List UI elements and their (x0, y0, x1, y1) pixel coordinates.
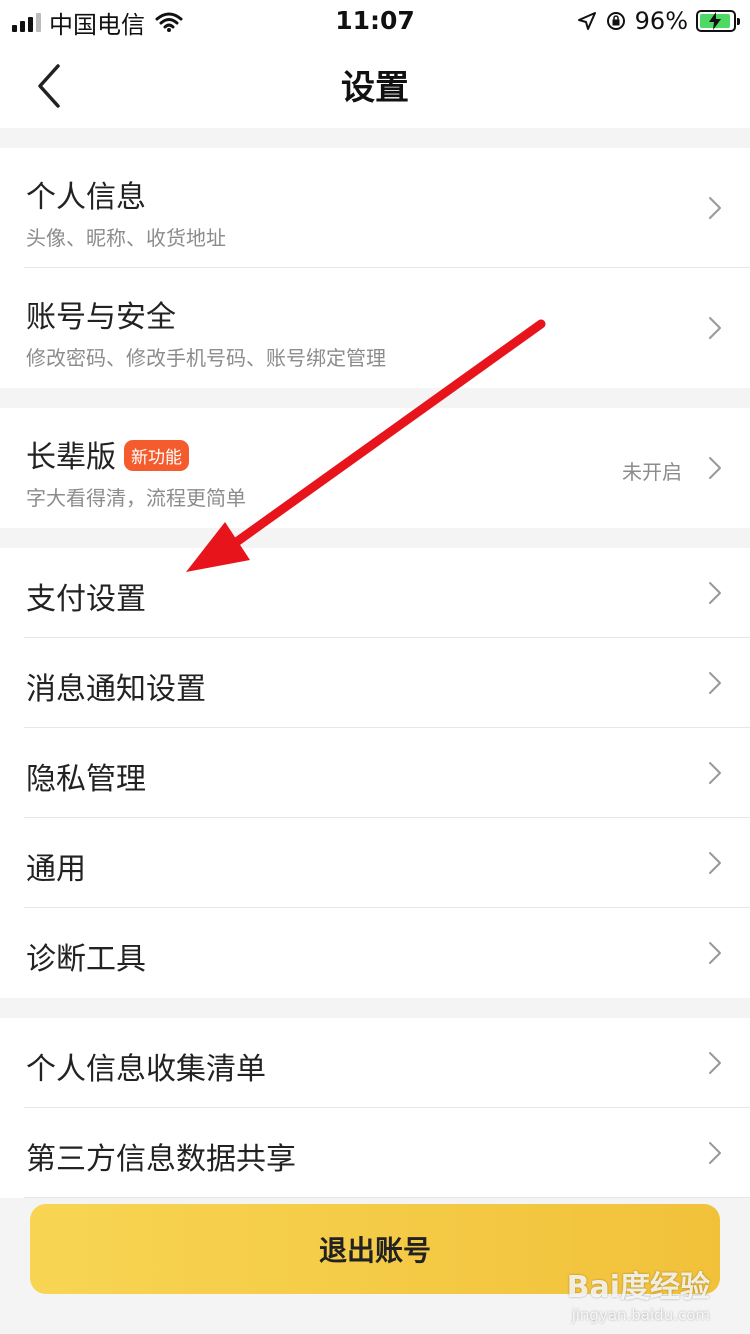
settings-item-data-collection[interactable]: 个人信息收集清单 (0, 1018, 750, 1108)
settings-group-elder: 长辈版 新功能 字大看得清，流程更简单 未开启 (0, 408, 750, 528)
item-title: 账号与安全 (26, 300, 176, 335)
watermark-url: jingyan.baidu.com (571, 1306, 710, 1324)
settings-group-general: 支付设置 消息通知设置 隐私管理 通用 诊断工具 (0, 548, 750, 998)
item-title: 支付设置 (26, 582, 146, 617)
chevron-right-icon (709, 317, 721, 339)
chevron-right-icon (709, 1052, 721, 1074)
chevron-right-icon (709, 672, 721, 694)
item-title: 个人信息收集清单 (26, 1052, 266, 1087)
chevron-right-icon (709, 457, 721, 479)
settings-item-elder-mode[interactable]: 长辈版 新功能 字大看得清，流程更简单 未开启 (0, 408, 750, 528)
chevron-right-icon (709, 1142, 721, 1164)
rotation-lock-icon (606, 12, 625, 30)
new-feature-badge: 新功能 (124, 440, 189, 471)
location-icon (577, 12, 596, 30)
chevron-right-icon (709, 852, 721, 874)
battery-percent: 96% (634, 7, 688, 35)
settings-item-notifications[interactable]: 消息通知设置 (0, 638, 750, 728)
item-title: 第三方信息数据共享 (26, 1142, 296, 1177)
settings-item-payment[interactable]: 支付设置 (0, 548, 750, 638)
chevron-right-icon (709, 762, 721, 784)
settings-item-general[interactable]: 通用 (0, 818, 750, 908)
watermark-logo: Bai度经验 (566, 1270, 710, 1305)
settings-item-account-security[interactable]: 账号与安全 修改密码、修改手机号码、账号绑定管理 (0, 268, 750, 388)
settings-group-account: 个人信息 头像、昵称、收货地址 账号与安全 修改密码、修改手机号码、账号绑定管理 (0, 148, 750, 388)
item-subtitle: 修改密码、修改手机号码、账号绑定管理 (26, 346, 386, 370)
chevron-right-icon (709, 582, 721, 604)
nav-bar: 设置 (0, 44, 750, 128)
settings-group-data: 个人信息收集清单 第三方信息数据共享 (0, 1018, 750, 1198)
settings-item-privacy[interactable]: 隐私管理 (0, 728, 750, 818)
item-title: 隐私管理 (26, 762, 146, 797)
chevron-right-icon (709, 197, 721, 219)
item-subtitle: 头像、昵称、收货地址 (26, 226, 226, 250)
item-title: 长辈版 新功能 (26, 432, 189, 476)
item-title: 个人信息 (26, 180, 146, 215)
item-title: 诊断工具 (26, 942, 146, 977)
item-title: 通用 (26, 852, 86, 887)
status-bar: 中国电信 11:07 96% (0, 0, 750, 44)
logout-label: 退出账号 (318, 1234, 431, 1267)
watermark: Bai度经验 jingyan.baidu.com (567, 1262, 710, 1324)
chevron-right-icon (709, 942, 721, 964)
settings-item-personal-info[interactable]: 个人信息 头像、昵称、收货地址 (0, 148, 750, 268)
settings-item-third-party-sharing[interactable]: 第三方信息数据共享 (0, 1108, 750, 1198)
item-title: 消息通知设置 (26, 672, 206, 707)
status-right: 96% (577, 6, 740, 36)
battery-icon (696, 10, 740, 32)
item-status-value: 未开启 (622, 460, 682, 484)
page-title: 设置 (341, 68, 409, 108)
item-subtitle: 字大看得清，流程更简单 (26, 486, 246, 510)
settings-item-diagnostics[interactable]: 诊断工具 (0, 908, 750, 998)
